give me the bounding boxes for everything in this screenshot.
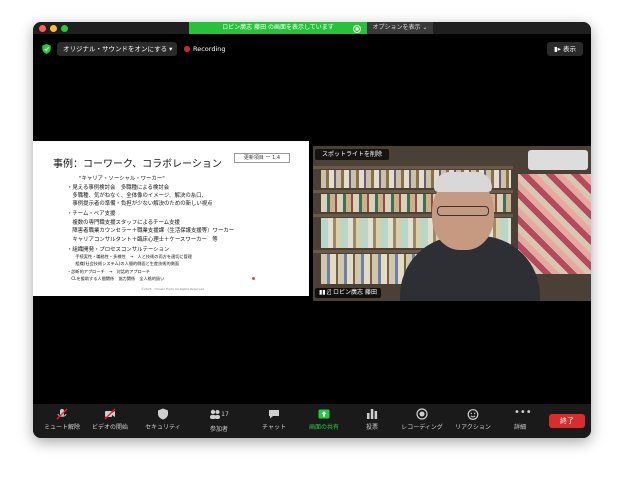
slide-line: キャリアコンサルタント＋臨床心理士＋ケースワーカー 等 (67, 237, 218, 243)
recording-indicator[interactable]: Recording (184, 42, 226, 56)
remove-spotlight-button[interactable]: スポットライトを削除 (315, 149, 389, 160)
screen-share-banner: ロビン廣志 藤田 の画面を表示しています ■ (189, 22, 367, 34)
slide-line: ・組織開発・プロセスコンサルテーション (67, 247, 170, 253)
slide-content: 事例：コーワーク、コラボレーション 更新項目 ー 1,4 "キャリア・ソーシャル… (33, 141, 309, 296)
mic-muted-icon (56, 408, 68, 420)
slide-line: 多職種、気がねなく、全体像のイメージ、解決の糸口、 (67, 193, 207, 199)
security-button[interactable]: セキュリティ (136, 408, 190, 436)
chat-icon (269, 410, 279, 419)
participants-button[interactable]: 17 参加者 (192, 408, 246, 436)
chat-button[interactable]: チャット (247, 408, 301, 436)
share-screen-button[interactable]: 画面の共有 (297, 408, 351, 436)
reactions-label: リアクション (455, 424, 491, 431)
meeting-top-bar: オリジナル・サウンドをオンにする ▾ Recording ▮▸ 表示 (33, 38, 591, 60)
shield-icon[interactable] (42, 44, 51, 54)
view-label: 表示 (562, 45, 576, 53)
participants-label: 参加者 (209, 426, 228, 433)
view-icon: ▮▸ (554, 45, 563, 53)
security-label: セキュリティ (145, 424, 181, 431)
shield-icon (158, 408, 168, 420)
more-label: 詳細 (513, 424, 526, 431)
curtain (518, 174, 591, 274)
share-label: 画面の共有 (308, 424, 339, 431)
title-bar: ロビン廣志 藤田 の画面を表示しています ■ オプションを表示 ⌄ (33, 22, 591, 34)
end-meeting-button[interactable]: 終了 (549, 414, 585, 428)
start-video-button[interactable]: ビデオの開始 (83, 408, 137, 436)
slide-line: ・見える事例検討会 多職種による検討会 (67, 185, 170, 191)
bookshelf (313, 166, 513, 169)
zoom-window: ロビン廣志 藤田 の画面を表示しています ■ オプションを表示 ⌄ オリジナル・… (33, 22, 591, 438)
stop-share-icon[interactable]: ■ (353, 25, 361, 33)
more-icon: ••• (514, 407, 532, 418)
close-window-icon[interactable] (39, 25, 46, 32)
video-label: ビデオの開始 (91, 424, 128, 431)
signal-icon: ▮▮ (319, 289, 328, 296)
polls-label: 投票 (365, 424, 378, 431)
recording-dot-icon (184, 46, 190, 52)
person-hair (434, 172, 492, 192)
polls-icon (367, 409, 378, 419)
reactions-icon (467, 409, 479, 420)
view-button[interactable]: ▮▸ 表示 (547, 42, 583, 56)
chat-label: チャット (262, 424, 286, 431)
maximize-window-icon[interactable] (61, 25, 68, 32)
recording-label-toolbar: レコーディング (401, 424, 443, 431)
slide-line: 手続実性・職務性・多様性 → 人と技術の両方を適切に管理 (67, 254, 192, 259)
slide-line: 障害者職業カウンセラー＋職業支援課（生活保護支援等）ワーカー (67, 228, 235, 234)
participant-name-tag: ▮▮ 🎙̸ ロビン廣志 藤田 (315, 288, 381, 298)
slide-line: ・チーム・ペア支援 (67, 211, 116, 217)
mute-button[interactable]: ミュート解除 (35, 408, 89, 436)
slide-line: 複数の専門職支援スタッフによるチーム支援 (67, 220, 180, 226)
slide-title: 事例：コーワーク、コラボレーション (53, 159, 222, 170)
share-screen-icon (318, 409, 330, 419)
video-off-icon (104, 408, 116, 420)
slide-line: 組織(社会技術システム)の人間的側面と生産技術的側面 (67, 261, 180, 266)
share-banner-text: ロビン廣志 藤田 の画面を表示しています (222, 24, 334, 31)
mute-label: ミュート解除 (43, 424, 80, 431)
meeting-toolbar: ミュート解除 ビデオの開始 セキュリティ 17 参加者 チャット 画面の共有 投… (33, 404, 591, 438)
minimize-window-icon[interactable] (50, 25, 57, 32)
participant-video[interactable]: スポットライトを削除 ▮▮ 🎙̸ ロビン廣志 藤田 (313, 146, 591, 301)
slide-line: CLを援助する人間関係 協力関係 全人格的扱い (67, 276, 165, 281)
air-conditioner (528, 150, 588, 170)
laser-pointer-dot (252, 277, 255, 280)
shared-slide: 事例：コーワーク、コラボレーション 更新項目 ー 1,4 "キャリア・ソーシャル… (33, 131, 309, 299)
more-button[interactable]: ••• 詳細 (493, 408, 547, 436)
recording-label: Recording (193, 45, 226, 53)
participant-count: 17 (221, 411, 229, 418)
reactions-button[interactable]: リアクション (446, 408, 500, 436)
participants-icon (210, 409, 221, 419)
slide-line: "キャリア・ソーシャル・ワーカー" (79, 176, 165, 182)
polls-button[interactable]: 投票 (345, 408, 399, 436)
slide-footer: ©2025 · Hiroshi Fujita All Rights Reserv… (141, 287, 204, 291)
participant-name: ロビン廣志 藤田 (333, 289, 377, 296)
original-sound-button[interactable]: オリジナル・サウンドをオンにする ▾ (57, 42, 177, 56)
view-options-button[interactable]: オプションを表示 ⌄ (367, 22, 433, 34)
slide-line: 事例提示者の準備・負担が少ない解決のための新しい視点 (67, 201, 213, 207)
record-button[interactable]: レコーディング (395, 408, 449, 436)
record-icon (416, 408, 428, 420)
slide-badge: 更新項目 ー 1,4 (234, 153, 290, 163)
glasses (437, 206, 489, 216)
slide-line: ・診断的アプローチ → 対話的アプローチ (67, 269, 151, 274)
